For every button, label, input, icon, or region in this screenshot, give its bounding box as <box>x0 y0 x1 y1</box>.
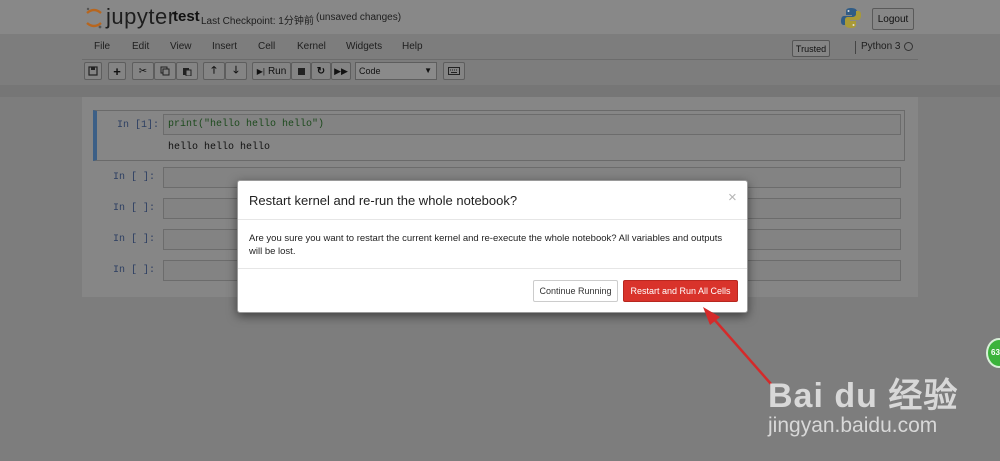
cell-type-select[interactable]: Code ▼ <box>355 62 437 80</box>
menu-help[interactable]: Help <box>402 41 423 52</box>
logout-button[interactable]: Logout <box>872 8 914 30</box>
dialog-header-divider <box>238 219 747 220</box>
dialog-title: Restart kernel and re-run the whole note… <box>249 193 518 208</box>
close-icon[interactable]: × <box>728 189 737 206</box>
restart-icon: ↻ <box>316 65 326 77</box>
unsaved-changes-status: (unsaved changes) <box>316 12 402 23</box>
floating-badge[interactable]: 63 <box>986 338 1000 368</box>
notebook-name[interactable]: test <box>173 8 200 25</box>
cut-button[interactable]: ✂ <box>132 62 154 80</box>
restart-run-all-button[interactable]: ▶▶ <box>331 62 351 80</box>
menu-edit[interactable]: Edit <box>132 41 149 52</box>
arrow-up-icon: 🡑 <box>211 64 217 76</box>
kernel-idle-indicator-icon <box>904 42 913 51</box>
copy-button[interactable] <box>154 62 176 80</box>
continue-running-button[interactable]: Continue Running <box>533 280 618 302</box>
insert-cell-button[interactable]: + <box>108 62 126 80</box>
move-down-button[interactable]: 🡓 <box>225 62 247 80</box>
caret-down-icon: ▼ <box>424 66 432 75</box>
restart-kernel-button[interactable]: ↻ <box>311 62 331 80</box>
command-palette-button[interactable] <box>443 62 465 80</box>
cell-1-prompt: In [1]: <box>117 120 160 131</box>
dialog-footer-divider <box>238 268 747 269</box>
run-label: Run <box>267 65 287 77</box>
watermark-url: jingyan.baidu.com <box>768 414 938 437</box>
menu-widgets[interactable]: Widgets <box>346 41 382 52</box>
save-button[interactable] <box>84 62 102 80</box>
cell-1-code: print("hello hello hello") <box>168 119 325 130</box>
python-logo-icon <box>841 8 861 28</box>
save-icon <box>88 66 98 76</box>
plus-icon: + <box>113 63 121 79</box>
step-forward-icon: ▶| <box>256 66 265 76</box>
menu-insert[interactable]: Insert <box>212 41 237 52</box>
stop-icon <box>297 67 305 75</box>
jupyter-logo-icon[interactable] <box>84 6 104 30</box>
copy-icon <box>160 66 170 76</box>
kernel-separator <box>855 41 856 54</box>
scissors-icon: ✂ <box>138 65 148 77</box>
jupyter-logo-text[interactable]: jupyter <box>106 4 176 30</box>
menu-view[interactable]: View <box>170 41 192 52</box>
fast-forward-icon: ▶▶ <box>334 65 348 76</box>
cell-type-value: Code <box>359 66 381 76</box>
keyboard-icon <box>448 67 460 75</box>
paste-icon <box>183 68 192 76</box>
run-button[interactable]: ▶| Run <box>252 62 291 80</box>
cell-5-prompt: In [ ]: <box>113 265 156 276</box>
interrupt-button[interactable] <box>291 62 311 80</box>
baidu-jingyan-watermark: Bai du 经验 <box>768 377 959 415</box>
toolbar: + ✂ 🡑 🡓 ▶| Run ↻ ▶▶ Code ▼ <box>82 62 918 82</box>
menu-cell[interactable]: Cell <box>258 41 275 52</box>
trusted-indicator[interactable]: Trusted <box>792 40 830 57</box>
menu-file[interactable]: File <box>94 41 110 52</box>
arrow-down-icon: 🡓 <box>233 64 239 76</box>
header-divider <box>0 85 1000 97</box>
menu-kernel[interactable]: Kernel <box>297 41 326 52</box>
dialog-message: Are you sure you want to restart the cur… <box>249 233 723 257</box>
cell-1-output: hello hello hello <box>168 142 271 153</box>
restart-run-all-dialog: Restart kernel and re-run the whole note… <box>237 180 748 313</box>
cell-4-prompt: In [ ]: <box>113 234 156 245</box>
cell-2-prompt: In [ ]: <box>113 172 156 183</box>
move-up-button[interactable]: 🡑 <box>203 62 225 80</box>
restart-and-run-all-button[interactable]: Restart and Run All Cells <box>623 280 738 302</box>
last-checkpoint: Last Checkpoint: 1分钟前 <box>201 16 314 27</box>
paste-button[interactable] <box>176 62 198 80</box>
kernel-name[interactable]: Python 3 <box>861 41 900 52</box>
cell-3-prompt: In [ ]: <box>113 203 156 214</box>
